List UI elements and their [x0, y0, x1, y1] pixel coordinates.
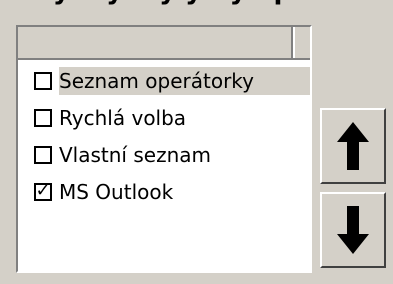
list-item-seznam-operatorky[interactable]: Seznam operátorky [18, 62, 310, 99]
header-sort-cell[interactable] [293, 27, 310, 58]
list-item-rychla-volba[interactable]: Rychlá volba [18, 99, 310, 136]
down-arrow-icon [337, 206, 369, 254]
checkbox-seznam-operatorky[interactable] [34, 71, 52, 90]
list-item-label: MS Outlook [59, 179, 174, 204]
list-items: Seznam operátorky Rychlá volba Vlastní s… [18, 62, 310, 210]
top-cut-text: enaybeyeny y ny opne nou [0, 0, 393, 8]
checkbox-rychla-volba[interactable] [34, 108, 52, 127]
up-arrow-icon [337, 122, 369, 170]
list-item-label: Vlastní seznam [59, 142, 211, 167]
move-up-button[interactable] [320, 108, 386, 184]
check-icon: ✓ [35, 179, 51, 201]
list-item-vlastni-seznam[interactable]: Vlastní seznam [18, 136, 310, 173]
checkbox-vlastni-seznam[interactable] [34, 145, 52, 164]
list-header [18, 27, 310, 60]
address-source-list[interactable]: Seznam operátorky Rychlá volba Vlastní s… [16, 25, 312, 273]
list-item-label: Rychlá volba [59, 105, 187, 130]
list-item-ms-outlook[interactable]: ✓ MS Outlook [18, 173, 310, 210]
checkbox-ms-outlook[interactable]: ✓ [34, 179, 52, 201]
reorder-buttons [320, 108, 386, 268]
list-item-label: Seznam operátorky [59, 66, 310, 95]
move-down-button[interactable] [320, 192, 386, 268]
